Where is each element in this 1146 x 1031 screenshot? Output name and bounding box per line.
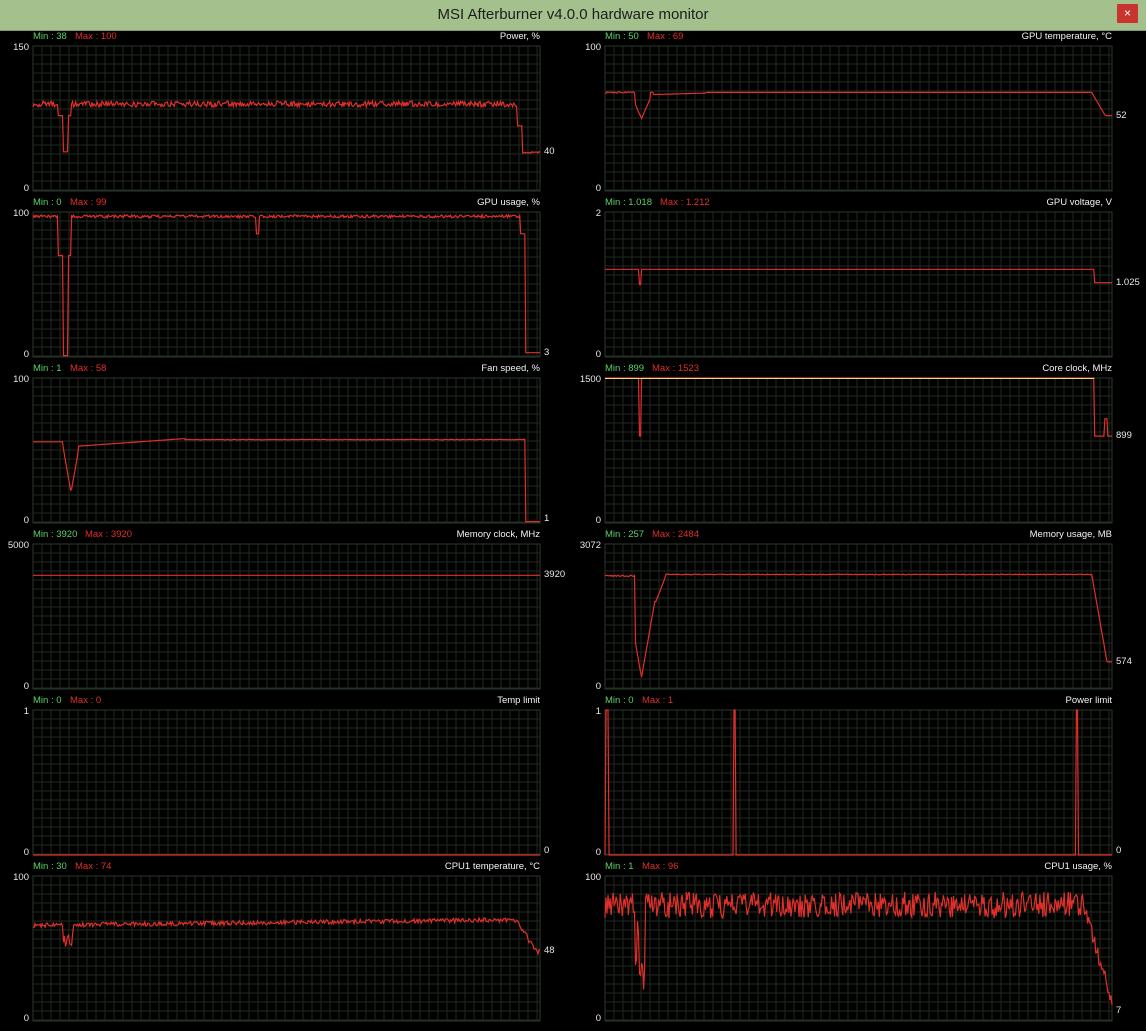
graph-current-value: 0 bbox=[1116, 845, 1122, 856]
graph-axis-max: 150 bbox=[13, 42, 29, 53]
graph-min-label: Min : 50 bbox=[605, 31, 639, 42]
graph-core-clock[interactable]: Min : 899 Max : 1523 Core clock, MHz 1500 0 8… bbox=[572, 363, 1145, 529]
graph-axis-max: 2 bbox=[595, 208, 601, 219]
graph-gpu-usage[interactable]: Min : 0 Max : 99 GPU usage, % 100 0 3 bbox=[0, 197, 573, 363]
graph-title: CPU1 usage, % bbox=[1044, 861, 1112, 872]
graph-title: CPU1 temperature, °C bbox=[444, 861, 540, 872]
graph-plot bbox=[32, 45, 541, 192]
graph-plot bbox=[604, 45, 1113, 192]
graph-min-label: Min : 257 bbox=[605, 529, 645, 540]
graph-max-label: Max : 0 bbox=[70, 695, 102, 706]
graph-memory-usage[interactable]: Min : 257 Max : 2484 Memory usage, MB 3072 0… bbox=[572, 529, 1145, 695]
graph-current-value: 899 bbox=[1116, 430, 1132, 442]
graph-plot bbox=[604, 709, 1113, 856]
graph-axis-min: 0 bbox=[595, 847, 601, 858]
graph-max-label: Max : 100 bbox=[75, 31, 117, 42]
graph-title: Power limit bbox=[1065, 695, 1112, 706]
window-titlebar[interactable]: MSI Afterburner v4.0.0 hardware monitor … bbox=[0, 0, 1146, 31]
graph-current-value: 3 bbox=[544, 346, 550, 358]
graph-min-label: Min : 30 bbox=[33, 861, 67, 872]
graph-title: Temp limit bbox=[497, 695, 540, 706]
graph-current-value: 3920 bbox=[544, 569, 566, 581]
graph-axis-max: 3072 bbox=[579, 540, 601, 551]
graph-min-label: Min : 38 bbox=[33, 31, 67, 42]
graph-memory-clock[interactable]: Min : 3920 Max : 3920 Memory clock, MHz 500… bbox=[0, 529, 573, 695]
graph-max-label: Max : 99 bbox=[70, 197, 107, 208]
graph-axis-max: 1500 bbox=[579, 374, 601, 385]
graph-axis-min: 0 bbox=[23, 183, 29, 194]
graph-axis-max: 100 bbox=[13, 872, 29, 883]
graph-title: GPU voltage, V bbox=[1046, 197, 1112, 208]
graph-axis-min: 0 bbox=[595, 349, 601, 360]
graph-current-value: 7 bbox=[1116, 1004, 1122, 1016]
graph-gpu-voltage[interactable]: Min : 1.018 Max : 1.212 GPU voltage, V 2 0 1.… bbox=[572, 197, 1145, 363]
close-button[interactable]: × bbox=[1117, 4, 1138, 23]
graph-max-label: Max : 3920 bbox=[85, 529, 132, 540]
graph-title: Power, % bbox=[499, 31, 540, 42]
graph-max-label: Max : 74 bbox=[75, 861, 112, 872]
graph-axis-max: 100 bbox=[585, 872, 601, 883]
graph-axis-min: 0 bbox=[23, 349, 29, 360]
graph-axis-min: 0 bbox=[595, 681, 601, 692]
graph-min-label: Min : 1.018 bbox=[605, 197, 652, 208]
graph-min-label: Min : 1 bbox=[605, 861, 634, 872]
graph-plot bbox=[32, 709, 541, 856]
graph-axis-min: 0 bbox=[595, 1013, 601, 1024]
graph-axis-max: 5000 bbox=[7, 540, 29, 551]
graph-axis-max: 100 bbox=[13, 374, 29, 385]
graph-max-label: Max : 1 bbox=[642, 695, 674, 706]
graph-plot bbox=[604, 543, 1113, 690]
graph-axis-min: 0 bbox=[23, 847, 29, 858]
graph-gpu-temp[interactable]: Min : 50 Max : 69 GPU temperature, °C 100 0 5… bbox=[572, 31, 1145, 197]
graph-min-label: Min : 3920 bbox=[33, 529, 78, 540]
graph-axis-min: 0 bbox=[595, 183, 601, 194]
graph-power[interactable]: Min : 38 Max : 100 Power, % 150 0 40 bbox=[0, 31, 573, 197]
graph-plot bbox=[32, 377, 541, 524]
graph-cpu1-usage[interactable]: Min : 1 Max : 96 CPU1 usage, % 100 0 7 bbox=[572, 861, 1145, 1027]
graph-min-label: Min : 1 bbox=[33, 363, 62, 374]
graph-current-value: 0 bbox=[544, 845, 550, 856]
graph-min-label: Min : 0 bbox=[33, 695, 62, 706]
graph-axis-min: 0 bbox=[595, 515, 601, 526]
graph-temp-limit[interactable]: Min : 0 Max : 0 Temp limit 1 0 0 bbox=[0, 695, 573, 861]
graph-axis-min: 0 bbox=[23, 1013, 29, 1024]
graph-plot bbox=[32, 875, 541, 1022]
graph-min-label: Min : 899 bbox=[605, 363, 645, 374]
graph-min-label: Min : 0 bbox=[605, 695, 634, 706]
graph-axis-min: 0 bbox=[23, 681, 29, 692]
graph-current-value: 1.025 bbox=[1116, 276, 1140, 288]
graph-current-value: 52 bbox=[1116, 109, 1127, 121]
graph-title: Memory clock, MHz bbox=[456, 529, 540, 540]
graph-title: GPU temperature, °C bbox=[1021, 31, 1112, 42]
graph-power-limit[interactable]: Min : 0 Max : 1 Power limit 1 0 0 bbox=[572, 695, 1145, 861]
graph-axis-max: 1 bbox=[23, 706, 29, 717]
graph-title: Core clock, MHz bbox=[1042, 363, 1112, 374]
graph-max-label: Max : 1523 bbox=[652, 363, 699, 374]
graph-max-label: Max : 2484 bbox=[652, 529, 699, 540]
graph-current-value: 40 bbox=[544, 146, 555, 158]
graph-cpu1-temp[interactable]: Min : 30 Max : 74 CPU1 temperature, °C 100 0… bbox=[0, 861, 573, 1027]
graph-title: GPU usage, % bbox=[477, 197, 540, 208]
graph-plot bbox=[32, 543, 541, 690]
graph-plot bbox=[604, 377, 1113, 524]
graph-plot bbox=[604, 211, 1113, 358]
graph-axis-max: 1 bbox=[595, 706, 601, 717]
graph-current-value: 1 bbox=[544, 513, 550, 524]
graph-current-value: 574 bbox=[1116, 655, 1132, 667]
graph-current-value: 48 bbox=[544, 945, 555, 957]
graph-max-label: Max : 96 bbox=[642, 861, 679, 872]
graph-fan-speed[interactable]: Min : 1 Max : 58 Fan speed, % 100 0 1 bbox=[0, 363, 573, 529]
window-title: MSI Afterburner v4.0.0 hardware monitor bbox=[437, 6, 709, 23]
graph-title: Memory usage, MB bbox=[1029, 529, 1112, 540]
graph-max-label: Max : 1.212 bbox=[660, 197, 710, 208]
graph-title: Fan speed, % bbox=[481, 363, 540, 374]
graph-max-label: Max : 58 bbox=[70, 363, 107, 374]
graph-axis-min: 0 bbox=[23, 515, 29, 526]
graph-axis-max: 100 bbox=[13, 208, 29, 219]
graph-axis-max: 100 bbox=[585, 42, 601, 53]
graph-plot bbox=[32, 211, 541, 358]
graph-min-label: Min : 0 bbox=[33, 197, 62, 208]
graph-plot bbox=[604, 875, 1113, 1022]
graph-max-label: Max : 69 bbox=[647, 31, 684, 42]
